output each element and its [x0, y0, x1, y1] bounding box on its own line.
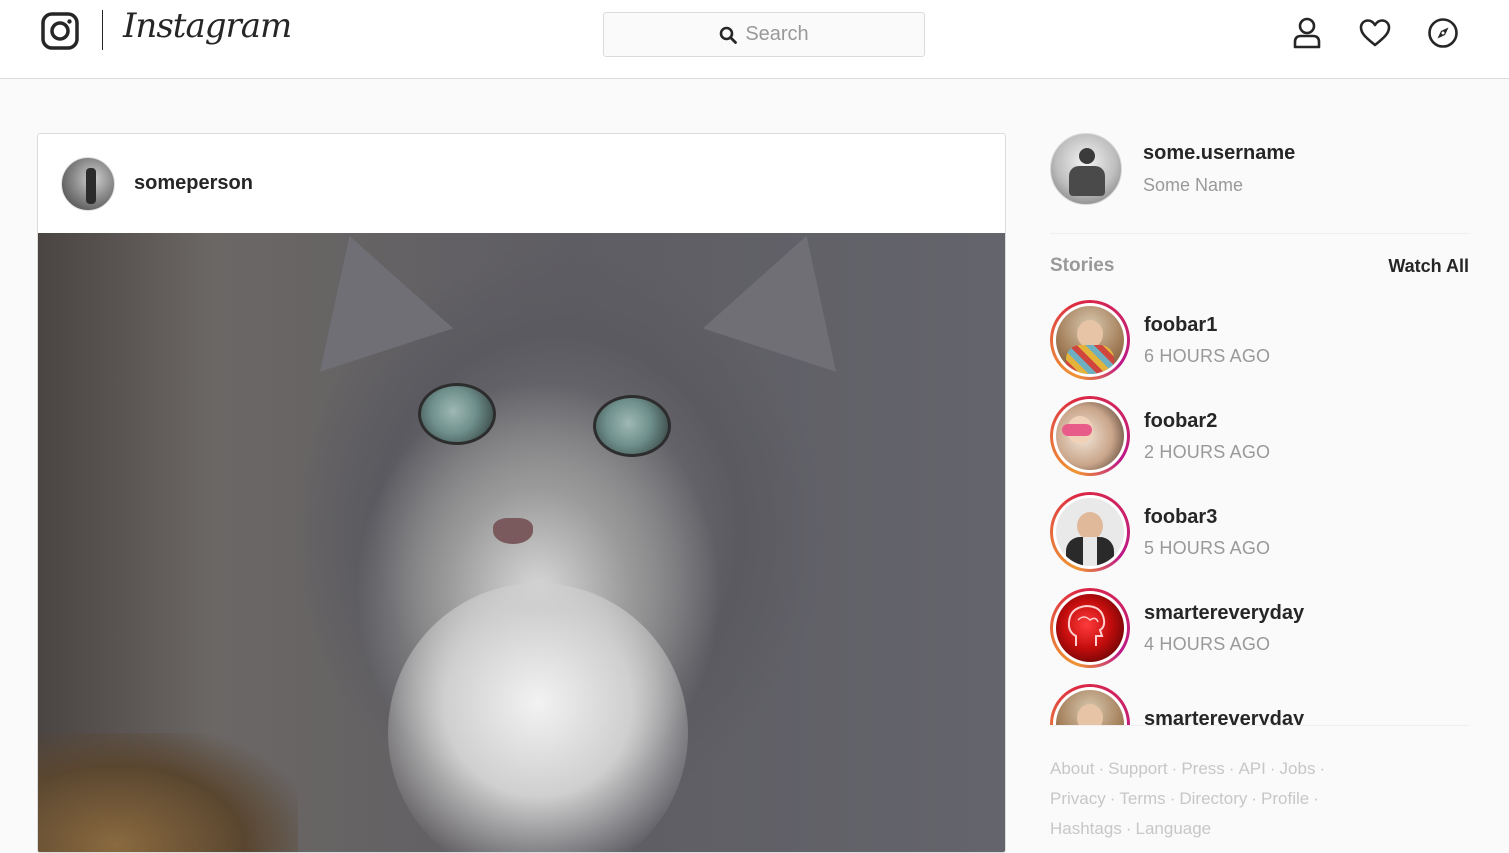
cat-eye-right: [593, 395, 671, 457]
search-box[interactable]: Search: [603, 12, 925, 57]
footer-separator: ·: [1251, 789, 1258, 808]
footer-link-press[interactable]: Press: [1181, 759, 1224, 778]
story-item[interactable]: smartereveryday: [1050, 684, 1469, 726]
stories-list[interactable]: foobar1 6 HOURS AGO foobar2 2 HOURS AGO …: [1050, 300, 1469, 726]
current-user-avatar[interactable]: [1050, 133, 1122, 205]
current-user-fullname: Some Name: [1143, 175, 1244, 195]
footer-link-profile[interactable]: Profile: [1261, 789, 1309, 808]
heart-icon[interactable]: [1359, 16, 1391, 50]
story-ring: [1050, 588, 1130, 668]
cat-chest: [388, 583, 688, 852]
footer-row: Privacy · Terms · Directory · Profile ·: [1050, 784, 1469, 814]
story-username: smartereveryday: [1144, 601, 1305, 624]
story-time: 5 HOURS AGO: [1144, 537, 1271, 558]
footer-row: Hashtags · Language: [1050, 814, 1469, 844]
story-text: foobar3 5 HOURS AGO: [1144, 506, 1270, 559]
basket-background: [38, 733, 298, 852]
footer-link-hashtags[interactable]: Hashtags: [1050, 819, 1122, 838]
cat-ear-left: [282, 214, 454, 372]
sidebar: some.username Some Name Stories Watch Al…: [1050, 133, 1469, 844]
top-nav: Instagram Search: [0, 0, 1509, 79]
story-text: smartereveryday: [1144, 708, 1305, 726]
post-author-avatar[interactable]: [61, 156, 115, 211]
footer-separator: ·: [1319, 759, 1326, 778]
story-text: foobar2 2 HOURS AGO: [1144, 410, 1270, 463]
story-username: foobar1: [1144, 313, 1218, 336]
footer-separator: ·: [1098, 759, 1105, 778]
current-user-text: some.username Some Name: [1143, 142, 1295, 196]
footer-separator: ·: [1125, 819, 1132, 838]
story-item[interactable]: smartereveryday 4 HOURS AGO: [1050, 588, 1469, 668]
footer-link-jobs[interactable]: Jobs: [1280, 759, 1316, 778]
story-avatar: [1056, 498, 1124, 566]
story-time: 6 HOURS AGO: [1144, 345, 1271, 366]
story-avatar: [1056, 690, 1124, 725]
story-avatar: [1056, 306, 1124, 374]
watch-all-link[interactable]: Watch All: [1388, 256, 1469, 277]
footer-link-about[interactable]: About: [1050, 759, 1094, 778]
post-header: someperson: [38, 134, 1005, 233]
cat-ear-right: [702, 214, 874, 372]
footer-link-privacy[interactable]: Privacy: [1050, 789, 1106, 808]
footer-separator: ·: [1228, 759, 1235, 778]
post-image-kitten[interactable]: [38, 214, 1005, 852]
footer-separator: ·: [1171, 759, 1178, 778]
footer-link-directory[interactable]: Directory: [1179, 789, 1247, 808]
cat-nose: [493, 518, 533, 544]
story-username: smartereveryday: [1144, 708, 1305, 726]
story-ring: [1050, 492, 1130, 572]
story-text: foobar1 6 HOURS AGO: [1144, 314, 1270, 367]
post-author-username[interactable]: someperson: [134, 172, 253, 195]
story-time: 4 HOURS AGO: [1144, 633, 1271, 654]
story-item[interactable]: foobar1 6 HOURS AGO: [1050, 300, 1469, 380]
compass-icon[interactable]: [1427, 16, 1459, 50]
footer-link-support[interactable]: Support: [1108, 759, 1168, 778]
logo-divider: [102, 10, 103, 50]
brain-head-icon: [1067, 604, 1106, 646]
story-ring: [1050, 300, 1130, 380]
profile-icon[interactable]: [1291, 16, 1323, 50]
footer-row: About · Support · Press · API · Jobs ·: [1050, 754, 1469, 784]
footer-separator: ·: [1313, 789, 1319, 808]
story-item[interactable]: foobar3 5 HOURS AGO: [1050, 492, 1469, 572]
instagram-glyph-icon[interactable]: [41, 12, 79, 50]
footer-link-terms[interactable]: Terms: [1119, 789, 1165, 808]
post-card: someperson: [37, 133, 1006, 853]
story-ring: [1050, 684, 1130, 725]
stories-title: Stories: [1050, 255, 1115, 276]
story-username: foobar2: [1144, 409, 1218, 432]
search-placeholder: Search: [745, 23, 809, 45]
sidebar-divider: [1050, 233, 1469, 234]
footer-link-language[interactable]: Language: [1136, 819, 1212, 838]
instagram-wordmark[interactable]: Instagram: [123, 6, 292, 46]
stories-header: Stories Watch All: [1050, 254, 1469, 278]
story-avatar: [1056, 594, 1124, 662]
current-user-username[interactable]: some.username: [1143, 142, 1295, 165]
footer-link-api[interactable]: API: [1238, 759, 1265, 778]
search-icon: [720, 26, 738, 44]
cat-eye-left: [418, 383, 496, 445]
footer-separator: ·: [1269, 759, 1276, 778]
story-ring: [1050, 396, 1130, 476]
story-username: foobar3: [1144, 505, 1218, 528]
story-text: smartereveryday 4 HOURS AGO: [1144, 602, 1304, 655]
footer-separator: ·: [1169, 789, 1176, 808]
footer-separator: ·: [1109, 789, 1116, 808]
story-item[interactable]: foobar2 2 HOURS AGO: [1050, 396, 1469, 476]
story-avatar: [1056, 402, 1124, 470]
nav-icons: [1291, 16, 1459, 50]
footer-links: About · Support · Press · API · Jobs · Privacy · Te…: [1050, 754, 1469, 844]
story-time: 2 HOURS AGO: [1144, 441, 1271, 462]
current-user: some.username Some Name: [1050, 133, 1469, 205]
